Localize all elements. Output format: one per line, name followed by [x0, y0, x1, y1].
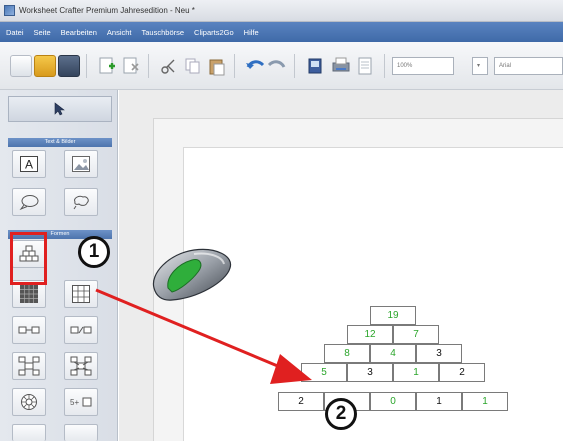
number-house-tool-button[interactable]: [12, 352, 46, 380]
menu-datei[interactable]: Datei: [6, 28, 24, 37]
table-grid-icon: [72, 285, 90, 303]
step-badge-1: 1: [78, 236, 110, 268]
number-web-icon: [70, 356, 92, 376]
print-icon[interactable]: [330, 55, 352, 77]
main-toolbar: 100% ▾ Arial: [0, 42, 563, 90]
pyramid-cell[interactable]: 0: [370, 392, 416, 411]
speech-bubble-tool-button[interactable]: [12, 188, 46, 216]
grid-tool-button[interactable]: [64, 280, 98, 308]
number-wheel-icon: [21, 394, 37, 410]
redo-icon[interactable]: [266, 55, 288, 77]
pyramid-cell[interactable]: 3: [416, 344, 462, 363]
pyramid-cell[interactable]: 7: [393, 325, 439, 344]
toolbar-separator: [148, 54, 149, 78]
cut-icon[interactable]: [158, 55, 180, 77]
step-badge-2: 2: [325, 398, 357, 430]
more-tools-button[interactable]: [12, 424, 46, 441]
number-house-icon: [18, 356, 40, 376]
pyramid-cell[interactable]: 8: [324, 344, 370, 363]
app-window: Worksheet Crafter Premium Jahresedition …: [0, 0, 563, 441]
app-icon: [4, 5, 15, 16]
pyramid-cell[interactable]: 1: [393, 363, 439, 382]
pyramid-cell[interactable]: 19: [370, 306, 416, 325]
copy-icon[interactable]: [182, 55, 204, 77]
add-page-icon[interactable]: [96, 55, 118, 77]
toolbar-separator: [384, 54, 385, 78]
font-select[interactable]: Arial: [494, 57, 563, 75]
menu-cliparts2go[interactable]: Cliparts2Go: [194, 28, 234, 37]
menu-hilfe[interactable]: Hilfe: [244, 28, 259, 37]
toolbar-separator: [86, 54, 87, 78]
zoom-select[interactable]: 100%: [392, 57, 454, 75]
title-bar: Worksheet Crafter Premium Jahresedition …: [0, 0, 563, 22]
tool-highlight-frame: [10, 232, 47, 285]
arithmetic-box-tool-button[interactable]: 5+: [64, 388, 98, 416]
toolbar-separator: [234, 54, 235, 78]
zoom-dropdown-arrow[interactable]: ▾: [472, 57, 488, 75]
page-setup-icon[interactable]: [354, 55, 376, 77]
operator-connector-tool-button[interactable]: [64, 316, 98, 344]
undo-icon[interactable]: [244, 55, 266, 77]
paste-icon[interactable]: [206, 55, 228, 77]
more-tools-button[interactable]: [64, 424, 98, 441]
mouse-icon: [152, 248, 232, 301]
clipart-icon[interactable]: [304, 55, 326, 77]
arrow-cursor-icon: [54, 102, 65, 116]
number-wheel-tool-button[interactable]: [12, 388, 46, 416]
number-web-tool-button[interactable]: [64, 352, 98, 380]
speech-bubble-icon: [19, 195, 39, 211]
section-header-text-images: Text & Bilder: [8, 138, 112, 147]
pointer-tool-button[interactable]: [8, 96, 112, 122]
thought-bubble-tool-button[interactable]: [64, 188, 98, 216]
operator-connector-icon: [70, 326, 92, 334]
toolbar-separator: [294, 54, 295, 78]
svg-text:A: A: [25, 158, 33, 172]
open-folder-icon[interactable]: [34, 55, 56, 77]
new-document-icon[interactable]: [10, 55, 32, 77]
connector-icon: [18, 326, 40, 334]
arithmetic-box-icon: 5+: [70, 397, 92, 407]
text-tool-button[interactable]: A: [12, 150, 46, 178]
window-title: Worksheet Crafter Premium Jahresedition …: [19, 6, 195, 15]
svg-text:5+: 5+: [70, 398, 79, 407]
image-icon: [72, 156, 90, 172]
filled-grid-icon: [20, 285, 38, 303]
thought-bubble-icon: [73, 195, 89, 210]
pyramid-cell[interactable]: 3: [347, 363, 393, 382]
text-box-icon: A: [20, 156, 38, 172]
pyramid-cell[interactable]: 1: [416, 392, 462, 411]
pyramid-cell[interactable]: 1: [462, 392, 508, 411]
pyramid-cell[interactable]: 4: [370, 344, 416, 363]
menu-bar: Datei Seite Bearbeiten Ansicht Tauschbör…: [0, 22, 563, 42]
pyramid-cell[interactable]: 5: [301, 363, 347, 382]
pyramid-cell[interactable]: 2: [278, 392, 324, 411]
pyramid-cell[interactable]: 12: [347, 325, 393, 344]
connector-tool-button[interactable]: [12, 316, 46, 344]
save-icon[interactable]: [58, 55, 80, 77]
delete-page-icon[interactable]: [120, 55, 142, 77]
pyramid-cell[interactable]: 2: [439, 363, 485, 382]
menu-bearbeiten[interactable]: Bearbeiten: [61, 28, 97, 37]
menu-tauschboerse[interactable]: Tauschbörse: [142, 28, 185, 37]
menu-ansicht[interactable]: Ansicht: [107, 28, 132, 37]
menu-seite[interactable]: Seite: [34, 28, 51, 37]
image-tool-button[interactable]: [64, 150, 98, 178]
